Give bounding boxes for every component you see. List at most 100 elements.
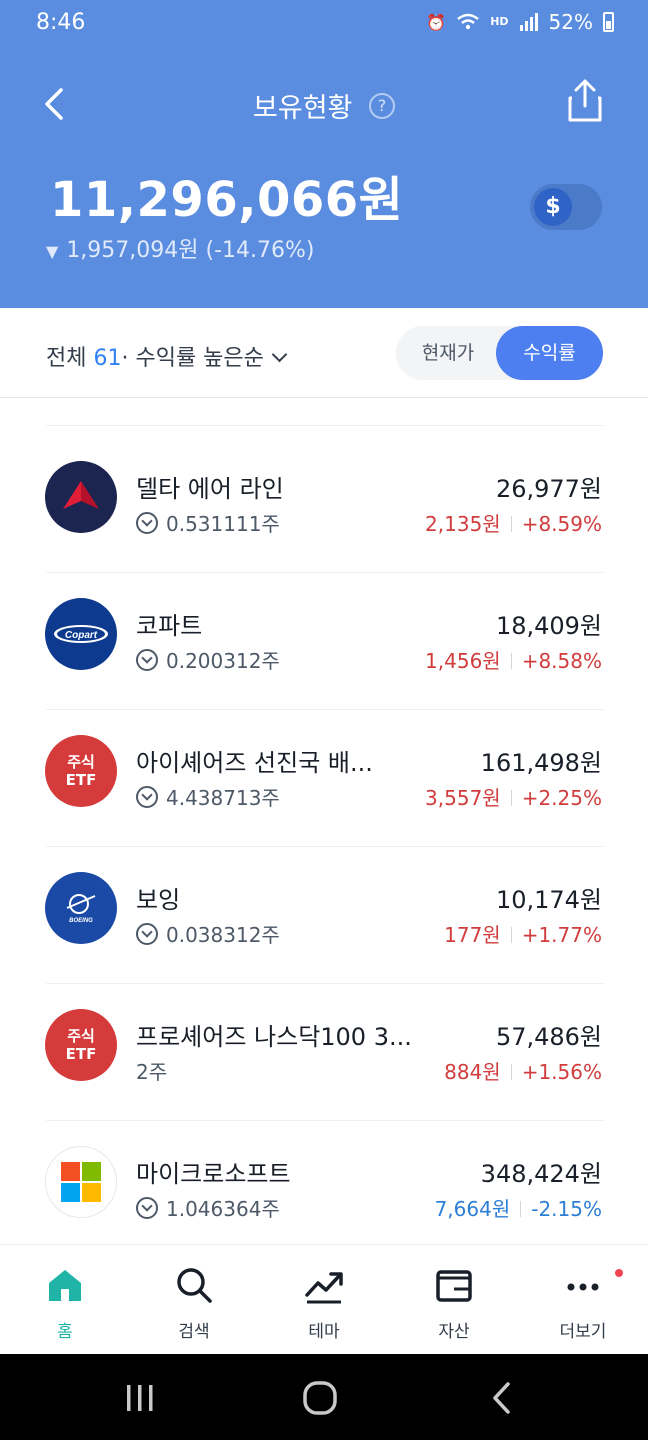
tab-assets[interactable]: 자산 <box>389 1245 519 1355</box>
holding-value: 18,409원 <box>495 612 602 640</box>
hd-voice-label: HD <box>490 15 509 28</box>
boeing-logo: BOEING <box>45 872 117 944</box>
holding-return: +8.58% <box>521 649 602 673</box>
holding-profit-loss: 177원 +1.77% <box>444 919 602 948</box>
filter-row: 전체 61· 수익률 높은순 현재가 수익률 <box>0 308 648 398</box>
check-circle-icon <box>136 786 158 808</box>
holding-quantity: 0.200312주 <box>136 645 280 674</box>
separator <box>520 1201 522 1217</box>
holding-row-delta[interactable]: 델타 에어 라인 0.531111주 26,977원 2,135원 +8.59% <box>0 436 648 573</box>
holding-return: -2.15% <box>531 1197 602 1221</box>
holdings-count: 61 <box>93 346 122 371</box>
tab-search-label: 검색 <box>178 1322 210 1342</box>
status-time: 8:46 <box>36 10 86 35</box>
etf-badge: 주식 ETF <box>45 735 117 807</box>
holding-quantity-text: 1.046364주 <box>166 1197 280 1221</box>
check-circle-icon <box>136 649 158 671</box>
delta-triangle-icon <box>63 481 99 509</box>
help-icon[interactable]: ? <box>368 92 395 119</box>
page-title-text: 보유현황 <box>253 93 353 124</box>
status-indicators: ⏰ HD 52% <box>426 10 614 34</box>
sort-label: · 수익률 높은순 <box>121 346 264 371</box>
home-circle-icon <box>303 1381 337 1415</box>
boeing-emblem-icon: BOEING <box>66 894 96 924</box>
holding-quantity: 4.438713주 <box>136 782 280 811</box>
separator <box>510 790 512 806</box>
notification-dot <box>615 1269 623 1277</box>
back-arrow-icon <box>493 1382 510 1414</box>
recent-apps-button[interactable] <box>120 1378 160 1418</box>
etf-badge-line2: ETF <box>65 771 97 789</box>
holding-row-proshares[interactable]: 주식 ETF 프로셰어즈 나스닥100 3... 2주 57,486원 884원… <box>0 984 648 1121</box>
holding-profit: 7,664원 <box>434 1197 511 1221</box>
holding-return: +8.59% <box>521 512 602 536</box>
total-value: 11,296,066원 <box>50 172 404 228</box>
page-title: 보유현황 ? <box>0 86 648 125</box>
separator <box>510 516 512 532</box>
holding-return: +2.25% <box>521 786 602 810</box>
sort-dropdown[interactable]: 전체 61· 수익률 높은순 <box>46 340 288 372</box>
home-button[interactable] <box>300 1378 340 1418</box>
delta-logo <box>45 461 117 533</box>
copart-logo: Copart <box>45 598 117 670</box>
separator <box>510 927 512 943</box>
check-circle-icon <box>136 1197 158 1219</box>
holding-row-microsoft[interactable]: 마이크로소프트 1.046364주 348,424원 7,664원 -2.15% <box>0 1121 648 1244</box>
battery-icon <box>603 12 614 32</box>
down-triangle-icon: ▼ <box>46 242 59 261</box>
total-change-text: 1,957,094원 (-14.76%) <box>66 238 315 263</box>
battery-percent: 52% <box>548 10 593 34</box>
holding-profit-loss: 3,557원 +2.25% <box>425 782 602 811</box>
etf-badge: 주식 ETF <box>45 1009 117 1081</box>
separator <box>510 653 512 669</box>
wifi-icon <box>457 13 479 30</box>
holding-value: 348,424원 <box>480 1160 602 1188</box>
holding-profit: 2,135원 <box>425 512 501 536</box>
separator <box>510 1064 512 1080</box>
share-icon <box>568 79 602 122</box>
share-button[interactable] <box>560 76 610 126</box>
list-divider <box>46 425 604 426</box>
currency-toggle[interactable]: $ <box>530 184 602 230</box>
holding-row-ishares[interactable]: 주식 ETF 아이셰어즈 선진국 배... 4.438713주 161,498원… <box>0 710 648 847</box>
holding-quantity-text: 2주 <box>136 1060 168 1084</box>
holding-return: +1.77% <box>521 923 602 947</box>
filter-all-label: 전체 <box>46 346 87 371</box>
holding-quantity-text: 0.531111주 <box>166 512 280 536</box>
tab-home[interactable]: 홈 <box>0 1245 130 1355</box>
top-nav: 보유현황 ? <box>0 72 648 132</box>
holding-row-copart[interactable]: Copart 코파트 0.200312주 18,409원 1,456원 +8.58… <box>0 573 648 710</box>
holding-profit: 177원 <box>444 923 501 947</box>
segment-return[interactable]: 수익률 <box>496 326 603 380</box>
home-icon <box>49 1270 81 1301</box>
holding-quantity: 2주 <box>136 1056 167 1085</box>
holding-profit-loss: 7,664원 -2.15% <box>435 1193 602 1222</box>
recent-apps-icon <box>127 1385 153 1411</box>
wallet-icon <box>436 1270 472 1302</box>
segment-current-price[interactable]: 현재가 <box>396 326 500 380</box>
holding-quantity-text: 0.038312주 <box>166 923 280 947</box>
alarm-icon: ⏰ <box>426 12 447 32</box>
holding-name: 아이셰어즈 선진국 배... <box>136 749 373 777</box>
check-circle-icon <box>136 512 158 534</box>
holding-profit-loss: 884원 +1.56% <box>444 1056 602 1085</box>
view-segmented-control: 현재가 수익률 <box>396 326 603 380</box>
holding-profit-loss: 2,135원 +8.59% <box>425 508 602 537</box>
etf-badge-line1: 주식 <box>67 753 95 771</box>
tab-more[interactable]: 더보기 <box>518 1245 648 1355</box>
tab-more-label: 더보기 <box>559 1322 607 1342</box>
holding-name: 코파트 <box>136 612 203 640</box>
tab-home-label: 홈 <box>57 1322 73 1342</box>
holding-row-boeing[interactable]: BOEING 보잉 0.038312주 10,174원 177원 +1.77% <box>0 847 648 984</box>
system-back-button[interactable] <box>482 1378 522 1418</box>
holding-value: 57,486원 <box>495 1023 602 1051</box>
holding-name: 프로셰어즈 나스닥100 3... <box>136 1023 412 1051</box>
microsoft-logo <box>45 1146 117 1218</box>
copart-oval-icon: Copart <box>54 625 108 643</box>
tab-search[interactable]: 검색 <box>129 1245 259 1355</box>
holding-profit-loss: 1,456원 +8.58% <box>425 645 602 674</box>
total-change: ▼ 1,957,094원 (-14.76%) <box>46 232 315 264</box>
trend-icon <box>305 1272 343 1304</box>
etf-badge-line1: 주식 <box>67 1027 95 1045</box>
tab-theme[interactable]: 테마 <box>259 1245 389 1355</box>
